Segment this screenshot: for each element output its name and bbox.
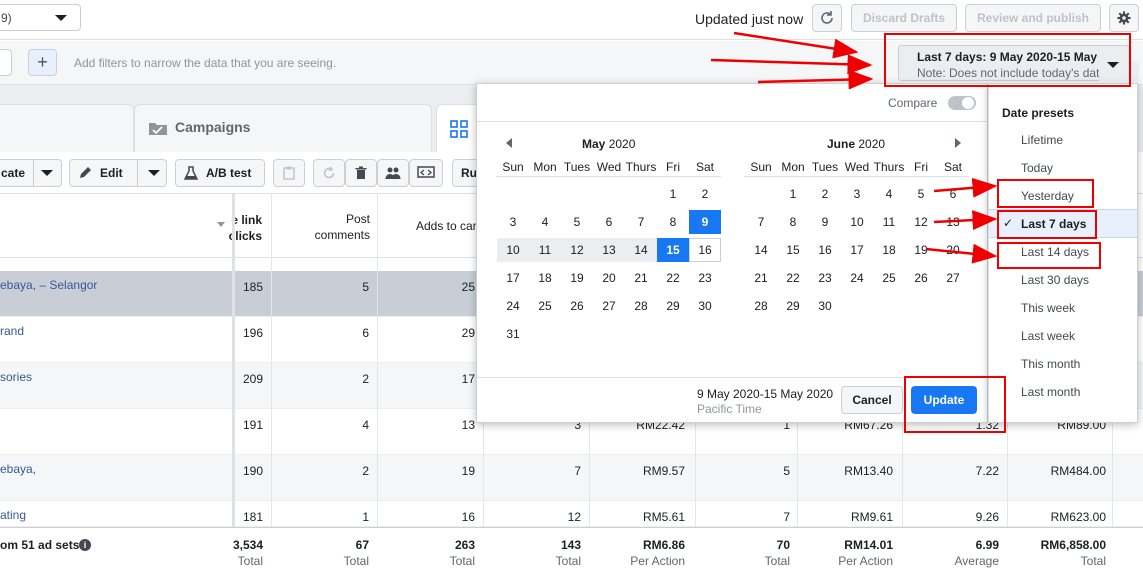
annotation-arrows <box>710 31 998 264</box>
